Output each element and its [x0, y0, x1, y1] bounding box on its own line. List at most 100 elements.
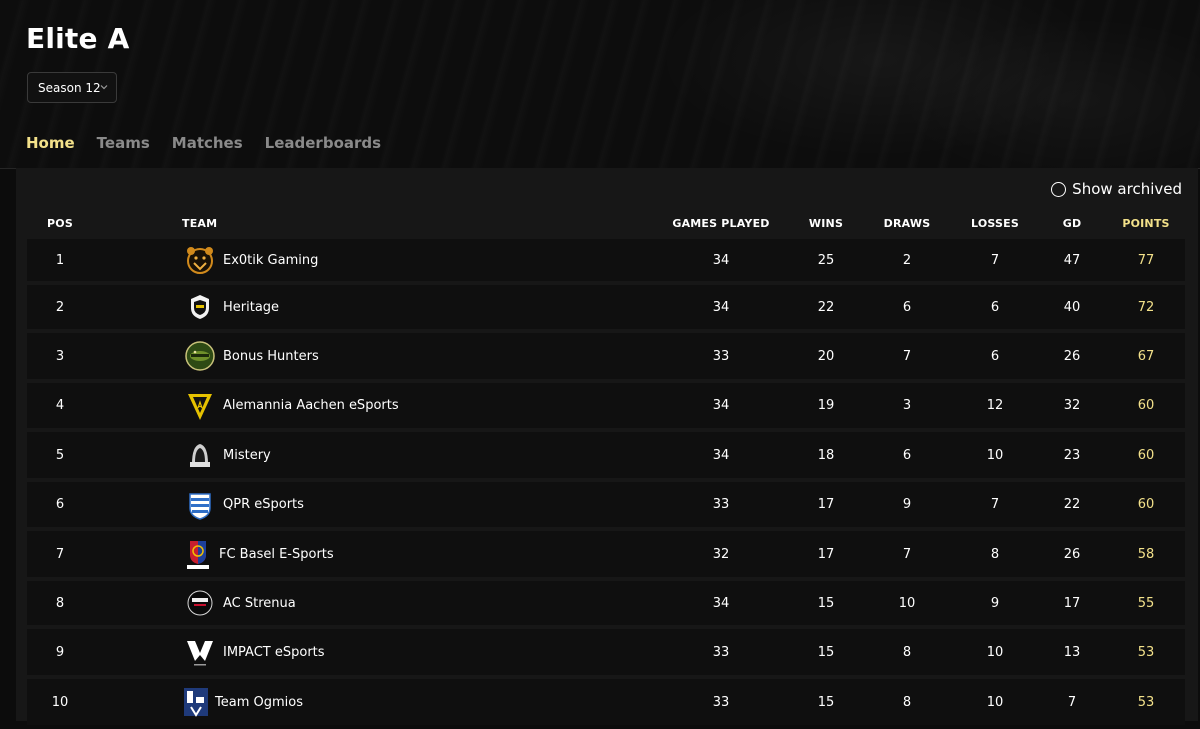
wins-cell: 18: [791, 432, 861, 478]
games-played-cell: 34: [651, 285, 791, 329]
draws-cell: 7: [861, 531, 953, 577]
points-cell: 67: [1107, 333, 1185, 379]
draws-cell: 8: [861, 679, 953, 725]
hooded-figure-logo-icon: [183, 438, 217, 472]
goal-difference-cell: 26: [1037, 531, 1107, 577]
points-cell: 60: [1107, 482, 1185, 527]
show-archived-toggle[interactable]: Show archived: [1051, 180, 1182, 198]
position-cell: 2: [27, 285, 93, 329]
team-name[interactable]: IMPACT eSports: [223, 645, 325, 660]
games-played-cell: 33: [651, 482, 791, 527]
team-name[interactable]: Alemannia Aachen eSports: [223, 398, 399, 413]
team-name[interactable]: QPR eSports: [223, 497, 304, 512]
wins-cell: 15: [791, 679, 861, 725]
column-header-gd: GD: [1062, 216, 1082, 230]
table-row[interactable]: 6 QPR eSports 33 17 9 7 22 60: [27, 482, 1185, 527]
games-played-cell: 33: [651, 629, 791, 675]
points-cell: 58: [1107, 531, 1185, 577]
goal-difference-cell: 32: [1037, 383, 1107, 428]
column-header-losses: LOSSES: [971, 216, 1019, 230]
page-title: Elite A: [26, 22, 130, 55]
team-name[interactable]: Mistery: [223, 448, 271, 463]
wins-cell: 17: [791, 531, 861, 577]
tab-matches[interactable]: Matches: [172, 134, 243, 152]
team-name[interactable]: Bonus Hunters: [223, 349, 319, 364]
points-cell: 60: [1107, 432, 1185, 478]
losses-cell: 7: [953, 239, 1037, 281]
season-select-value: Season 12: [38, 80, 101, 95]
green-crocodile-badge-logo-icon: [183, 339, 217, 373]
games-played-cell: 34: [651, 239, 791, 281]
points-cell: 77: [1107, 239, 1185, 281]
points-cell: 72: [1107, 285, 1185, 329]
goal-difference-cell: 22: [1037, 482, 1107, 527]
position-cell: 1: [27, 239, 93, 281]
team-name[interactable]: Team Ogmios: [215, 695, 303, 710]
wins-cell: 15: [791, 629, 861, 675]
table-row[interactable]: 8 AC Strenua 34 15 10 9 17 55: [27, 581, 1185, 625]
tab-leaderboards[interactable]: Leaderboards: [265, 134, 381, 152]
table-row[interactable]: 2 Heritage 34 22 6 6 40 72: [27, 285, 1185, 329]
goal-difference-cell: 47: [1037, 239, 1107, 281]
table-header-row: POS TEAM GAMES PLAYED WINS DRAWS LOSSES …: [27, 211, 1185, 235]
draws-cell: 8: [861, 629, 953, 675]
table-row[interactable]: 10 Team Ogmios 33 15 8 10 7 53: [27, 679, 1185, 725]
table-row[interactable]: 5 Mistery 34 18 6 10 23 60: [27, 432, 1185, 478]
losses-cell: 9: [953, 581, 1037, 625]
wins-cell: 25: [791, 239, 861, 281]
white-m-logo-icon: [183, 635, 217, 669]
bear-mascot-logo-icon: [183, 243, 217, 277]
draws-cell: 3: [861, 383, 953, 428]
games-played-cell: 34: [651, 383, 791, 428]
games-played-cell: 33: [651, 679, 791, 725]
show-archived-label: Show archived: [1072, 180, 1182, 198]
losses-cell: 6: [953, 333, 1037, 379]
losses-cell: 10: [953, 679, 1037, 725]
blue-hoops-crest-logo-icon: [183, 488, 217, 522]
points-cell: 55: [1107, 581, 1185, 625]
wins-cell: 17: [791, 482, 861, 527]
position-cell: 8: [27, 581, 93, 625]
table-row[interactable]: 7 FC Basel E-Sports 32 17 7 8 26 58: [27, 531, 1185, 577]
team-name[interactable]: Ex0tik Gaming: [223, 253, 318, 268]
draws-cell: 9: [861, 482, 953, 527]
position-cell: 5: [27, 432, 93, 478]
column-header-wins: WINS: [808, 216, 844, 230]
team-name[interactable]: AC Strenua: [223, 596, 296, 611]
blue-white-block-logo-icon: [181, 685, 211, 719]
points-cell: 60: [1107, 383, 1185, 428]
team-name[interactable]: Heritage: [223, 300, 279, 315]
tab-home[interactable]: Home: [26, 134, 75, 152]
losses-cell: 7: [953, 482, 1037, 527]
column-header-games-played: GAMES PLAYED: [672, 216, 770, 230]
games-played-cell: 34: [651, 432, 791, 478]
position-cell: 4: [27, 383, 93, 428]
table-row[interactable]: 1 Ex0tik Gaming 34 25 2 7 47 77: [27, 239, 1185, 281]
draws-cell: 7: [861, 333, 953, 379]
wins-cell: 22: [791, 285, 861, 329]
shield-logo-icon: [183, 290, 217, 324]
table-row[interactable]: 4 Alemannia Aachen eSports 34 19 3 12 32…: [27, 383, 1185, 428]
red-blue-crest-logo-icon: [181, 537, 215, 571]
draws-cell: 2: [861, 239, 953, 281]
draws-cell: 10: [861, 581, 953, 625]
table-row[interactable]: 9 IMPACT eSports 33 15 8 10 13 53: [27, 629, 1185, 675]
position-cell: 6: [27, 482, 93, 527]
tab-teams[interactable]: Teams: [97, 134, 150, 152]
position-cell: 3: [27, 333, 93, 379]
chevron-down-icon: [100, 85, 108, 90]
games-played-cell: 34: [651, 581, 791, 625]
team-name[interactable]: FC Basel E-Sports: [219, 547, 334, 562]
table-row[interactable]: 3 Bonus Hunters 33 20 7 6 26 67: [27, 333, 1185, 379]
season-select[interactable]: Season 12: [27, 72, 117, 103]
goal-difference-cell: 23: [1037, 432, 1107, 478]
radio-unchecked-icon[interactable]: [1051, 181, 1067, 197]
column-header-pos: POS: [47, 216, 73, 230]
wins-cell: 19: [791, 383, 861, 428]
position-cell: 7: [27, 531, 93, 577]
draws-cell: 6: [861, 285, 953, 329]
column-header-draws: DRAWS: [883, 216, 931, 230]
goal-difference-cell: 17: [1037, 581, 1107, 625]
position-cell: 10: [27, 679, 93, 725]
column-header-team: TEAM: [182, 216, 218, 230]
